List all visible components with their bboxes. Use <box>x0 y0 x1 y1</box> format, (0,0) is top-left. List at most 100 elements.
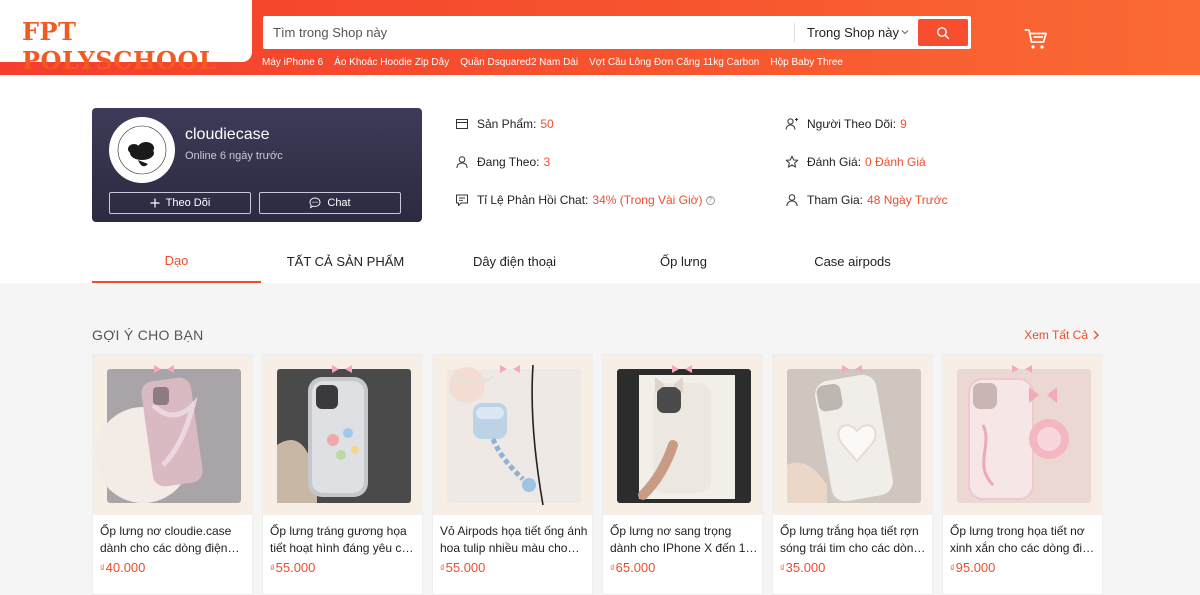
stat-products: Sản Phẩm: 50 <box>455 117 554 131</box>
stat-label: Đang Theo: <box>477 155 540 169</box>
tab-phone-straps[interactable]: Dây điện thoại <box>430 239 599 283</box>
currency-symbol: ₫ <box>610 563 615 573</box>
product-image <box>263 355 422 515</box>
suggestion-link[interactable]: Hộp Baby Three <box>770 57 843 68</box>
currency-symbol: ₫ <box>950 563 955 573</box>
stat-value: 3 <box>543 155 551 169</box>
product-card[interactable]: Ốp lưng tráng gương họa tiết hoạt hình đ… <box>262 354 423 595</box>
stat-joined: Tham Gia: 48 Ngày Trước <box>785 193 948 207</box>
product-title: Vỏ Airpods họa tiết ống ánh hoa tulip nh… <box>440 524 588 555</box>
stat-label: Đánh Giá: <box>807 155 862 169</box>
product-image <box>433 355 592 515</box>
stat-followers: Người Theo Dõi: 9 <box>785 117 907 131</box>
follow-button[interactable]: Theo Dõi <box>109 192 251 214</box>
product-price: ₫35.000 <box>780 560 825 575</box>
star-icon <box>785 155 799 168</box>
chevron-right-icon <box>1093 330 1099 340</box>
shop-online-status: Online 6 ngày trước <box>185 150 283 162</box>
help-icon[interactable]: ? <box>705 195 715 205</box>
product-price: ₫55.000 <box>440 560 485 575</box>
stat-chat-rate: Tỉ Lệ Phản Hồi Chat: 34% (Trong Vài Giờ)… <box>455 193 715 207</box>
product-price: ₫40.000 <box>100 560 145 575</box>
price-value: 95.000 <box>955 560 996 575</box>
product-image <box>603 355 762 515</box>
search-bar: Trong Shop này <box>263 16 971 49</box>
suggestion-link[interactable]: Áo Khoác Hoodie Zip Dây <box>334 57 449 68</box>
shop-info-section: cloudiecase Online 6 ngày trước Theo Dõi… <box>0 75 1200 283</box>
product-card[interactable]: Vỏ Airpods họa tiết ống ánh hoa tulip nh… <box>432 354 593 595</box>
user-icon <box>456 156 468 169</box>
search-suggestions: Máy iPhone 6 Áo Khoác Hoodie Zip Dây Quầ… <box>262 57 843 68</box>
stat-value: 34% (Trong Vài Giờ) <box>592 193 703 207</box>
currency-symbol: ₫ <box>100 563 105 573</box>
shop-name: cloudiecase <box>185 126 270 143</box>
top-header: FPT POLYSCHOOL Trong Shop này Máy iPhone… <box>0 0 1200 75</box>
product-price: ₫65.000 <box>610 560 655 575</box>
chat-label: Chat <box>327 197 351 209</box>
shop-tabs: Dạo TẤT CẢ SẢN PHẨM Dây điện thoại Ốp lư… <box>92 239 1108 283</box>
stat-value: 50 <box>540 117 554 131</box>
cart-icon[interactable] <box>1024 27 1048 51</box>
user-join-icon <box>786 194 798 207</box>
search-button[interactable] <box>918 19 968 46</box>
product-title: Ốp lưng tráng gương họa tiết hoạt hình đ… <box>270 524 415 555</box>
product-title: Ốp lưng nơ sang trọng dành cho IPhone X … <box>610 524 753 555</box>
currency-symbol: ₫ <box>440 563 445 573</box>
stat-value: 0 Đánh Giá <box>865 155 926 169</box>
avatar-logo-image <box>112 120 172 180</box>
stat-value: 9 <box>900 117 907 131</box>
product-card[interactable]: Ốp lưng trắng họa tiết rợn sóng trái tim… <box>772 354 933 595</box>
currency-symbol: ₫ <box>270 563 275 573</box>
followers-icon <box>785 118 798 130</box>
see-all-link[interactable]: Xem Tất Cả <box>1024 328 1100 342</box>
stat-label: Tỉ Lệ Phản Hồi Chat: <box>477 193 589 207</box>
product-image <box>93 355 252 515</box>
shop-avatar[interactable] <box>109 117 175 183</box>
stat-rating: Đánh Giá: 0 Đánh Giá <box>785 155 926 169</box>
stat-value: 48 Ngày Trước <box>867 193 948 207</box>
product-price: ₫95.000 <box>950 560 995 575</box>
suggestion-link[interactable]: Vợt Cầu Lông Đơn Căng 11kg Carbon <box>589 57 759 68</box>
plus-icon <box>150 198 160 208</box>
price-value: 55.000 <box>275 560 316 575</box>
chevron-down-icon <box>901 30 909 35</box>
product-title: Ốp lưng nơ cloudie.case dành cho các dòn… <box>100 524 232 555</box>
price-value: 55.000 <box>445 560 486 575</box>
recommend-title: GỢI Ý CHO BẠN <box>92 327 204 343</box>
product-image <box>773 355 932 515</box>
chat-button[interactable]: Chat <box>259 192 401 214</box>
product-title: Ốp lưng trắng họa tiết rợn sóng trái tim… <box>780 524 921 555</box>
chat-bubble-icon <box>456 194 468 206</box>
stat-label: Sản Phẩm: <box>477 117 537 131</box>
product-card[interactable]: Ốp lưng nơ cloudie.case dành cho các dòn… <box>92 354 253 595</box>
see-all-label: Xem Tất Cả <box>1024 328 1088 342</box>
stat-label: Người Theo Dõi: <box>807 117 897 131</box>
tab-all-products[interactable]: TẤT CẢ SẢN PHẨM <box>261 239 430 283</box>
product-price: ₫55.000 <box>270 560 315 575</box>
logo-container[interactable]: FPT POLYSCHOOL <box>0 0 252 75</box>
product-card[interactable]: Ốp lưng nơ sang trọng dành cho IPhone X … <box>602 354 763 595</box>
search-icon <box>937 26 950 39</box>
chat-icon <box>309 197 321 209</box>
currency-symbol: ₫ <box>780 563 785 573</box>
price-value: 40.000 <box>105 560 146 575</box>
store-icon <box>456 119 468 129</box>
search-scope-label: Trong Shop này <box>807 25 900 40</box>
product-grid: Ốp lưng nơ cloudie.case dành cho các dòn… <box>92 354 1106 595</box>
suggestion-link[interactable]: Máy iPhone 6 <box>262 57 323 68</box>
tab-airpods-cases[interactable]: Case airpods <box>768 239 937 283</box>
price-value: 65.000 <box>615 560 656 575</box>
follow-label: Theo Dõi <box>165 197 211 209</box>
product-image <box>943 355 1102 515</box>
price-value: 35.000 <box>785 560 826 575</box>
search-scope-select[interactable]: Trong Shop này <box>795 16 917 49</box>
logo[interactable]: FPT POLYSCHOOL <box>22 17 252 75</box>
stat-label: Tham Gia: <box>807 193 864 207</box>
search-input[interactable] <box>263 16 793 49</box>
suggestion-link[interactable]: Quần Dsquared2 Nam Dài <box>460 57 578 68</box>
stat-following: Đang Theo: 3 <box>455 155 550 169</box>
shop-card: cloudiecase Online 6 ngày trước Theo Dõi… <box>92 108 422 222</box>
tab-phone-cases[interactable]: Ốp lưng <box>599 239 768 283</box>
tab-dao[interactable]: Dạo <box>92 239 261 283</box>
product-card[interactable]: Ốp lưng trong họa tiết nơ xinh xắn cho c… <box>942 354 1103 595</box>
